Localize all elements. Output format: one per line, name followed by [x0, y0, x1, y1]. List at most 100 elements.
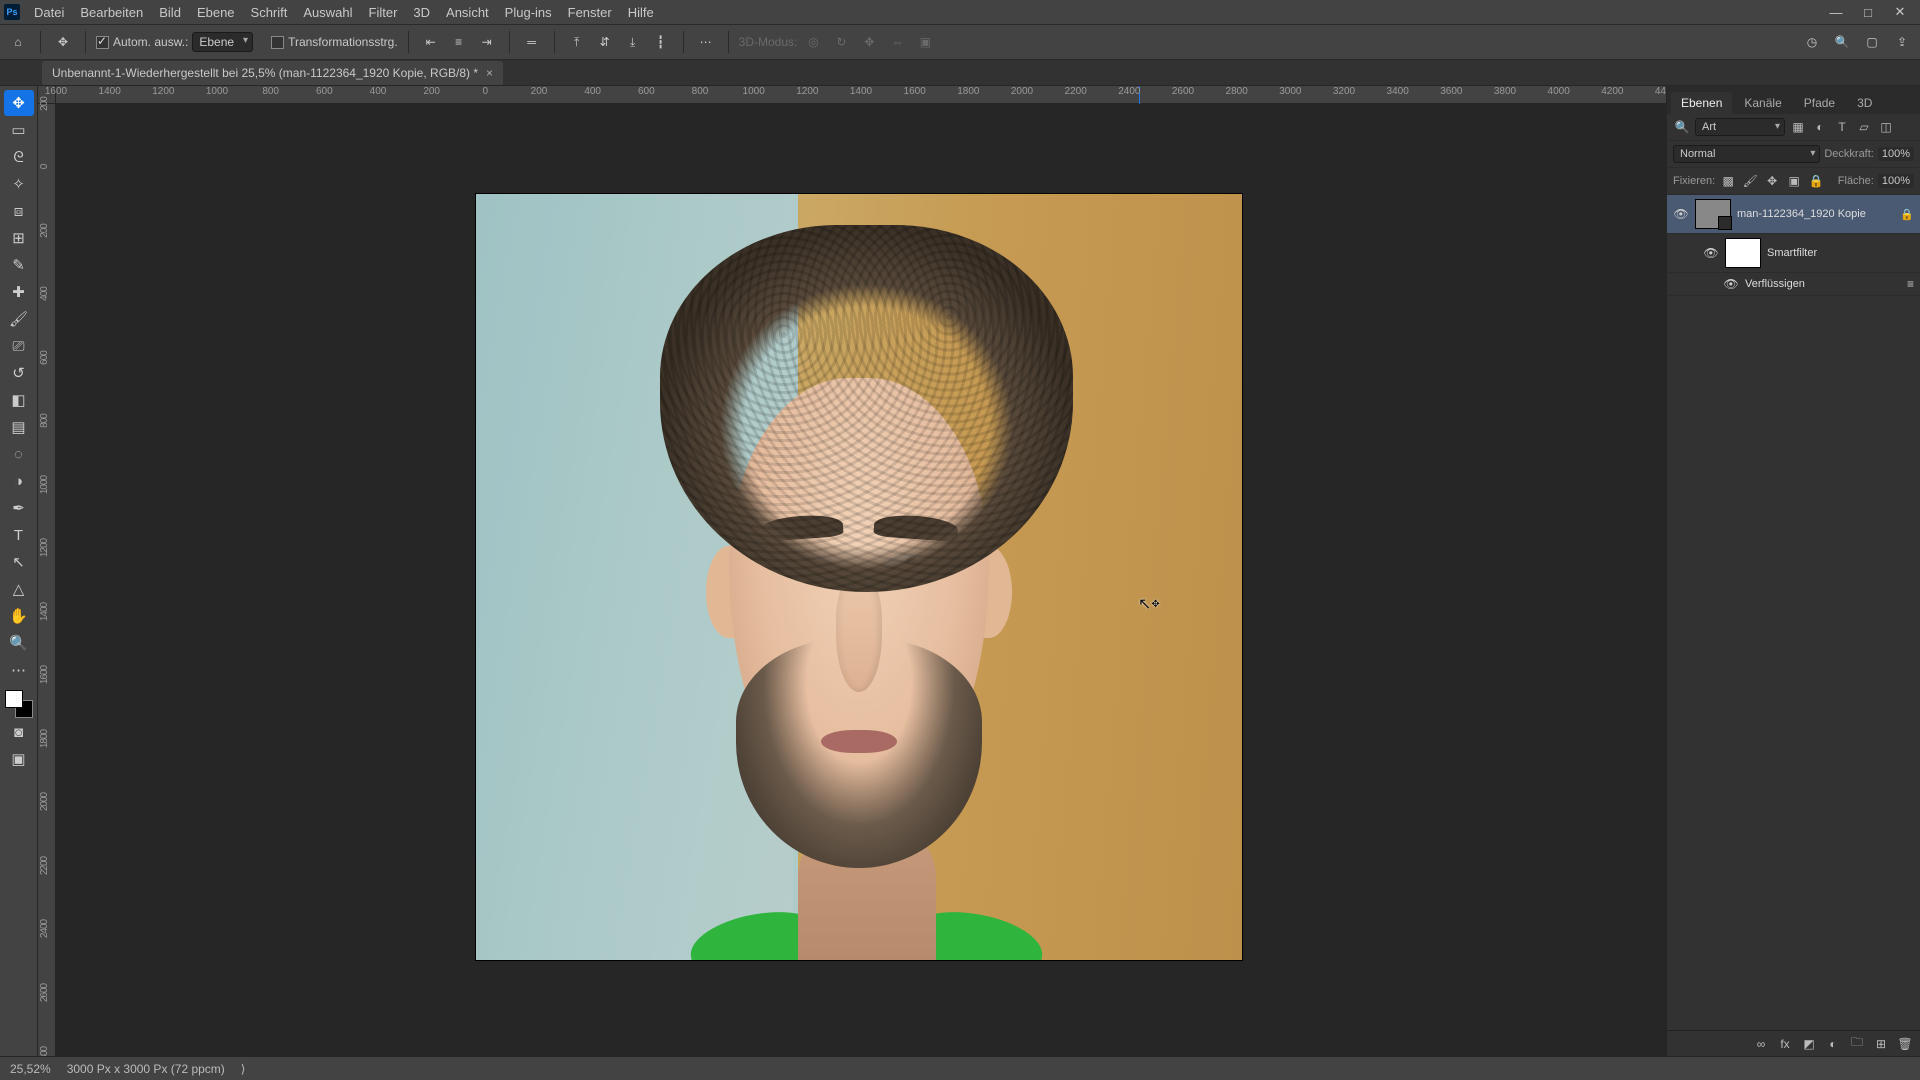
- blur-tool[interactable]: ◌: [4, 441, 34, 467]
- layer-name[interactable]: man-1122364_1920 Kopie: [1737, 208, 1894, 220]
- menu-datei[interactable]: Datei: [26, 5, 72, 20]
- filter-pixel-icon[interactable]: ▦: [1789, 118, 1807, 136]
- menu-schrift[interactable]: Schrift: [243, 5, 296, 20]
- opacity-value[interactable]: 100%: [1878, 147, 1914, 161]
- lock-pixels-icon[interactable]: 🖌: [1741, 172, 1759, 190]
- zoom-tool[interactable]: 🔍: [4, 630, 34, 656]
- visibility-toggle[interactable]: 👁: [1723, 277, 1739, 291]
- lock-artboard-icon[interactable]: ▣: [1785, 172, 1803, 190]
- canvas-viewport[interactable]: ↖✥: [56, 104, 1666, 1056]
- slide-3d-icon[interactable]: ⇔: [885, 30, 909, 54]
- lock-position-icon[interactable]: ✥: [1763, 172, 1781, 190]
- menu-3d[interactable]: 3D: [405, 5, 438, 20]
- layer-filter-type-dropdown[interactable]: Art: [1695, 118, 1785, 136]
- window-minimize[interactable]: —: [1820, 1, 1852, 23]
- clone-stamp-tool[interactable]: ⎚: [4, 333, 34, 359]
- layer-group-icon[interactable]: 🗀: [1848, 1035, 1866, 1053]
- pen-tool[interactable]: ✒: [4, 495, 34, 521]
- filter-shape-icon[interactable]: ▱: [1855, 118, 1873, 136]
- layer-row[interactable]: 👁 man-1122364_1920 Kopie 🔒: [1667, 195, 1920, 234]
- new-layer-icon[interactable]: ⊞: [1872, 1035, 1890, 1053]
- edit-toolbar[interactable]: ⋯: [4, 657, 34, 683]
- healing-brush-tool[interactable]: ✚: [4, 279, 34, 305]
- document-info[interactable]: 3000 Px x 3000 Px (72 ppcm): [67, 1062, 225, 1076]
- orbit-3d-icon[interactable]: ◎: [801, 30, 825, 54]
- align-top-icon[interactable]: ⤒: [565, 30, 589, 54]
- layer-style-icon[interactable]: fx: [1776, 1035, 1794, 1053]
- menu-ebene[interactable]: Ebene: [189, 5, 243, 20]
- align-bottom-icon[interactable]: ⤓: [621, 30, 645, 54]
- tab-ebenen[interactable]: Ebenen: [1671, 92, 1732, 114]
- visibility-toggle[interactable]: 👁: [1703, 246, 1719, 260]
- cloud-docs-icon[interactable]: ◷: [1800, 30, 1824, 54]
- fill-value[interactable]: 100%: [1878, 174, 1914, 188]
- menu-fenster[interactable]: Fenster: [560, 5, 620, 20]
- status-caret-icon[interactable]: ⟩: [241, 1062, 246, 1076]
- document-tab[interactable]: Unbenannt-1-Wiederhergestellt bei 25,5% …: [42, 61, 503, 85]
- align-center-h-icon[interactable]: ≡: [447, 30, 471, 54]
- link-layers-icon[interactable]: ∞: [1752, 1035, 1770, 1053]
- align-right-icon[interactable]: ⇥: [475, 30, 499, 54]
- hand-tool[interactable]: ✋: [4, 603, 34, 629]
- transform-controls-checkbox[interactable]: Transformationsstrg.: [271, 35, 398, 49]
- history-brush-tool[interactable]: ↺: [4, 360, 34, 386]
- lock-all-icon[interactable]: 🔒: [1807, 172, 1825, 190]
- roll-3d-icon[interactable]: ↻: [829, 30, 853, 54]
- gradient-tool[interactable]: ▤: [4, 414, 34, 440]
- menu-bild[interactable]: Bild: [151, 5, 189, 20]
- lock-transparency-icon[interactable]: ▩: [1719, 172, 1737, 190]
- auto-select-checkbox[interactable]: Autom. ausw.:: [96, 35, 188, 49]
- menu-bearbeiten[interactable]: Bearbeiten: [72, 5, 151, 20]
- shape-tool[interactable]: △: [4, 576, 34, 602]
- share-icon[interactable]: ⇪: [1890, 30, 1914, 54]
- menu-filter[interactable]: Filter: [361, 5, 406, 20]
- tab-pfade[interactable]: Pfade: [1794, 92, 1845, 114]
- filter-entry-row[interactable]: 👁 Verflüssigen ≡: [1667, 273, 1920, 296]
- crop-tool[interactable]: ⧈: [4, 198, 34, 224]
- window-close[interactable]: ✕: [1884, 1, 1916, 23]
- tab-kanaele[interactable]: Kanäle: [1734, 92, 1791, 114]
- more-options-icon[interactable]: ⋯: [694, 30, 718, 54]
- foreground-color-swatch[interactable]: [5, 690, 23, 708]
- magic-wand-tool[interactable]: ✧: [4, 171, 34, 197]
- marquee-tool[interactable]: ▭: [4, 117, 34, 143]
- lock-icon[interactable]: 🔒: [1900, 208, 1914, 221]
- layer-thumbnail[interactable]: [1695, 199, 1731, 229]
- ruler-horizontal[interactable]: 1600140012001000800600400200020040060080…: [56, 86, 1666, 104]
- align-left-icon[interactable]: ⇤: [419, 30, 443, 54]
- move-tool[interactable]: ✥: [4, 90, 34, 116]
- tab-3d[interactable]: 3D: [1847, 92, 1882, 114]
- distribute-icon[interactable]: ═: [520, 30, 544, 54]
- filter-adjust-icon[interactable]: ◐: [1811, 118, 1829, 136]
- brush-tool[interactable]: 🖌: [4, 306, 34, 332]
- path-selection-tool[interactable]: ↖: [4, 549, 34, 575]
- menu-ansicht[interactable]: Ansicht: [438, 5, 497, 20]
- layer-mask-icon[interactable]: ◩: [1800, 1035, 1818, 1053]
- smart-filters-row[interactable]: 👁 Smartfilter: [1667, 234, 1920, 273]
- adjustment-layer-icon[interactable]: ◐: [1824, 1035, 1842, 1053]
- artboard[interactable]: [476, 194, 1242, 960]
- ruler-vertical[interactable]: 2000200400600800100012001400160018002000…: [38, 104, 56, 1056]
- filter-blend-options-icon[interactable]: ≡: [1907, 277, 1914, 291]
- lasso-tool[interactable]: ᘓ: [4, 144, 34, 170]
- move-tool-icon[interactable]: ✥: [51, 30, 75, 54]
- home-icon[interactable]: ⌂: [6, 30, 30, 54]
- filter-type-icon[interactable]: T: [1833, 118, 1851, 136]
- window-maximize[interactable]: □: [1852, 1, 1884, 23]
- align-more-icon[interactable]: ┇: [649, 30, 673, 54]
- search-icon[interactable]: 🔍: [1830, 30, 1854, 54]
- workspace-icon[interactable]: ▢: [1860, 30, 1884, 54]
- close-icon[interactable]: ×: [486, 66, 493, 80]
- delete-layer-icon[interactable]: 🗑: [1896, 1035, 1914, 1053]
- filter-smart-icon[interactable]: ◫: [1877, 118, 1895, 136]
- quick-mask-tool[interactable]: ◙: [4, 719, 34, 745]
- canvas-area[interactable]: 1600140012001000800600400200020040060080…: [38, 86, 1666, 1056]
- filter-name[interactable]: Verflüssigen: [1745, 278, 1901, 290]
- frame-tool[interactable]: ⊞: [4, 225, 34, 251]
- zoom-level[interactable]: 25,52%: [10, 1062, 51, 1076]
- type-tool[interactable]: T: [4, 522, 34, 548]
- dodge-tool[interactable]: ◑: [4, 468, 34, 494]
- search-icon[interactable]: 🔍: [1673, 118, 1691, 136]
- menu-auswahl[interactable]: Auswahl: [295, 5, 360, 20]
- color-swatches[interactable]: [5, 690, 33, 718]
